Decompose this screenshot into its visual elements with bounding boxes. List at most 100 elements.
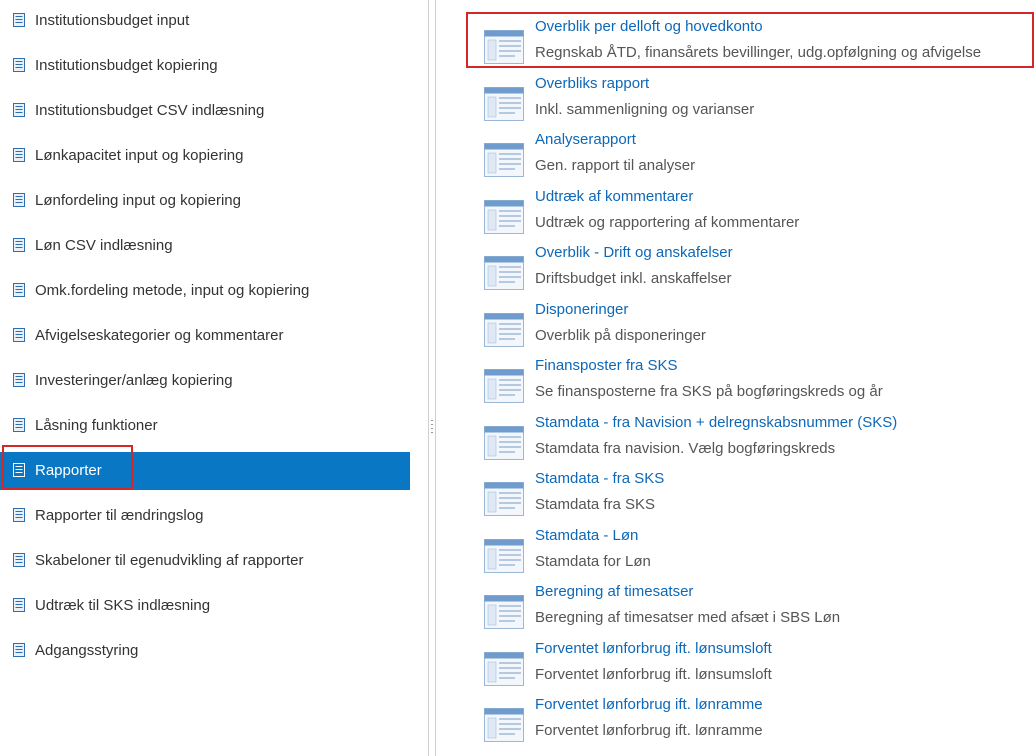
report-item[interactable]: Forventet lønforbrug ift. lønsumsloft For… bbox=[470, 638, 1034, 695]
report-icon bbox=[484, 595, 524, 629]
document-icon bbox=[13, 508, 25, 522]
report-item[interactable]: Stamdata - fra Navision + delregnskabsnu… bbox=[470, 412, 1034, 469]
sidebar-item[interactable]: Rapporter bbox=[0, 452, 410, 490]
sidebar-item-label: Institutionsbudget input bbox=[35, 12, 190, 29]
document-icon bbox=[13, 418, 25, 432]
report-title-link[interactable]: Disponeringer bbox=[535, 301, 628, 318]
report-icon bbox=[484, 86, 524, 121]
sidebar-item-label: Afvigelseskategorier og kommentarer bbox=[35, 327, 284, 344]
sidebar-item-label: Rapporter bbox=[35, 462, 102, 479]
sidebar-item-label: Lønfordeling input og kopiering bbox=[35, 192, 241, 209]
sidebar-item-label: Adgangsstyring bbox=[35, 642, 139, 659]
report-title-link[interactable]: Overblik per delloft og hovedkonto bbox=[535, 18, 763, 35]
document-icon bbox=[13, 463, 25, 477]
document-icon bbox=[13, 553, 25, 567]
sidebar-item-label: Låsning funktioner bbox=[35, 417, 158, 434]
report-description: Overblik på disponeringer bbox=[535, 326, 706, 344]
sidebar-nav: Institutionsbudget input Institutionsbudg… bbox=[0, 0, 410, 756]
report-item[interactable]: Overbliks rapport Inkl. sammenligning og … bbox=[470, 73, 1034, 130]
report-icon bbox=[484, 199, 524, 234]
report-item[interactable]: Analyserapport Gen. rapport til analyser bbox=[470, 129, 1034, 186]
sidebar-item[interactable]: Låsning funktioner bbox=[0, 407, 410, 445]
sidebar-item[interactable]: Løn CSV indlæsning bbox=[0, 227, 410, 265]
splitter-line bbox=[435, 0, 436, 756]
document-icon bbox=[13, 283, 25, 297]
report-title-link[interactable]: Overblik - Drift og anskafelser bbox=[535, 244, 733, 261]
report-item[interactable]: Overblik per delloft og hovedkonto Regnsk… bbox=[470, 16, 1034, 73]
report-item[interactable]: Beregning af timesatser Beregning af time… bbox=[470, 581, 1034, 638]
report-description: Udtræk og rapportering af kommentarer bbox=[535, 213, 800, 231]
sidebar-item[interactable]: Institutionsbudget CSV indlæsning bbox=[0, 92, 410, 130]
report-title-link[interactable]: Forventet lønforbrug ift. lønramme bbox=[535, 696, 763, 713]
sidebar-item-label: Løn CSV indlæsning bbox=[35, 237, 173, 254]
sidebar-item[interactable]: Adgangsstyring bbox=[0, 632, 410, 670]
sidebar-item[interactable]: Lønfordeling input og kopiering bbox=[0, 182, 410, 220]
report-description: Beregning af timesatser med afsæt i SBS … bbox=[535, 609, 841, 626]
report-title-link[interactable]: Finansposter fra SKS bbox=[535, 357, 678, 374]
sidebar-item[interactable]: Investeringer/anlæg kopiering bbox=[0, 362, 410, 400]
sidebar-item-label: Investeringer/anlæg kopiering bbox=[35, 372, 233, 389]
sidebar-item-label: Institutionsbudget kopiering bbox=[35, 57, 218, 74]
sidebar-item[interactable]: Omk.fordeling metode, input og kopiering bbox=[0, 272, 410, 310]
report-icon bbox=[484, 482, 524, 516]
report-item[interactable]: Disponeringer Overblik på disponeringer bbox=[470, 299, 1034, 356]
sidebar-item-label: Institutionsbudget CSV indlæsning bbox=[35, 102, 265, 119]
report-item[interactable]: Udtræk af kommentarer Udtræk og rapporter… bbox=[470, 186, 1034, 243]
report-title-link[interactable]: Analyserapport bbox=[535, 131, 636, 148]
sidebar-item[interactable]: Skabeloner til egenudvikling af rapporte… bbox=[0, 542, 410, 580]
report-icon bbox=[484, 143, 524, 177]
document-icon bbox=[13, 373, 25, 387]
report-title-link[interactable]: Stamdata - Løn bbox=[535, 527, 638, 544]
report-description: Stamdata fra SKS bbox=[535, 496, 656, 513]
report-icon bbox=[484, 425, 524, 460]
sidebar-item-label: Udtræk til SKS indlæsning bbox=[35, 597, 211, 614]
report-description: Regnskab ÅTD, finansårets bevillinger, u… bbox=[535, 44, 982, 61]
document-icon bbox=[13, 103, 25, 117]
document-icon bbox=[13, 58, 25, 72]
document-icon bbox=[13, 328, 25, 342]
document-icon bbox=[13, 643, 25, 657]
report-description: Forventet lønforbrug ift. lønsumsloft bbox=[535, 665, 772, 683]
report-title-link[interactable]: Beregning af timesatser bbox=[535, 583, 693, 600]
splitter-line bbox=[428, 0, 429, 756]
sidebar-item[interactable]: Udtræk til SKS indlæsning bbox=[0, 587, 410, 625]
report-item[interactable]: Forventet lønforbrug ift. lønramme Forven… bbox=[470, 694, 1034, 751]
report-description: Stamdata for Løn bbox=[535, 552, 651, 570]
report-list: Overblik per delloft og hovedkonto Regnsk… bbox=[470, 0, 1034, 756]
document-icon bbox=[13, 598, 25, 612]
sidebar-item[interactable]: Lønkapacitet input og kopiering bbox=[0, 137, 410, 175]
report-title-link[interactable]: Stamdata - fra Navision + delregnskabsnu… bbox=[535, 414, 897, 431]
report-description: Gen. rapport til analyser bbox=[535, 157, 696, 174]
sidebar-item[interactable]: Institutionsbudget kopiering bbox=[0, 47, 410, 85]
document-icon bbox=[13, 13, 25, 27]
report-item[interactable]: Overblik - Drift og anskafelser Driftsbud… bbox=[470, 242, 1034, 299]
sidebar-item-label: Lønkapacitet input og kopiering bbox=[35, 147, 244, 164]
report-title-link[interactable]: Udtræk af kommentarer bbox=[535, 188, 693, 205]
pane-splitter[interactable] bbox=[428, 0, 437, 756]
sidebar-item[interactable]: Rapporter til ændringslog bbox=[0, 497, 410, 535]
sidebar-item[interactable]: Institutionsbudget input bbox=[0, 2, 410, 40]
report-icon bbox=[484, 651, 524, 686]
report-title-link[interactable]: Stamdata - fra SKS bbox=[535, 470, 664, 487]
report-title-link[interactable]: Overbliks rapport bbox=[535, 75, 649, 92]
document-icon bbox=[13, 193, 25, 207]
report-description: Inkl. sammenligning og varianser bbox=[535, 100, 755, 118]
sidebar-item-label: Rapporter til ændringslog bbox=[35, 507, 204, 524]
report-item[interactable]: Stamdata - Løn Stamdata for Løn bbox=[470, 525, 1034, 582]
report-icon bbox=[484, 312, 524, 347]
sidebar-item-label: Skabeloner til egenudvikling af rapporte… bbox=[35, 552, 304, 569]
report-icon bbox=[484, 538, 524, 573]
sidebar-item[interactable]: Afvigelseskategorier og kommentarer bbox=[0, 317, 410, 355]
report-item[interactable]: Stamdata - fra SKS Stamdata fra SKS bbox=[470, 468, 1034, 525]
splitter-grip-icon[interactable] bbox=[430, 418, 434, 438]
document-icon bbox=[13, 238, 25, 252]
report-description: Stamdata fra navision. Vælg bogføringskr… bbox=[535, 439, 836, 457]
report-icon bbox=[484, 369, 524, 403]
sidebar-item-label: Omk.fordeling metode, input og kopiering bbox=[35, 282, 310, 299]
report-icon bbox=[484, 256, 524, 290]
report-title-link[interactable]: Forventet lønforbrug ift. lønsumsloft bbox=[535, 640, 772, 657]
report-icon bbox=[484, 708, 524, 742]
report-description: Driftsbudget inkl. anskaffelser bbox=[535, 270, 732, 287]
report-description: Se finansposterne fra SKS på bogføringsk… bbox=[535, 383, 883, 400]
report-item[interactable]: Finansposter fra SKS Se finansposterne fr… bbox=[470, 355, 1034, 412]
